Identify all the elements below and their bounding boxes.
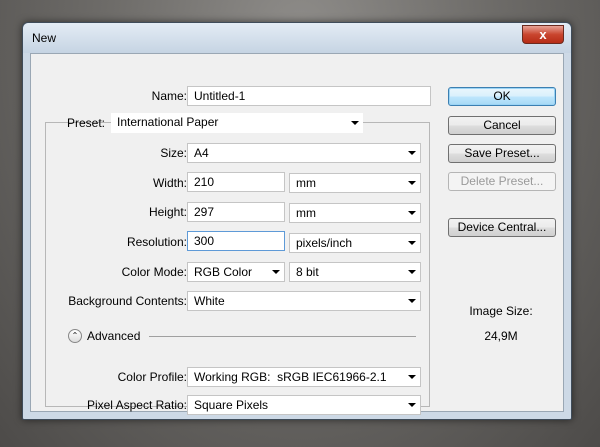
close-icon: x	[539, 27, 547, 42]
chevron-down-icon	[272, 270, 280, 274]
width-unit-value: mm	[296, 176, 316, 190]
pixel-aspect-value: Square Pixels	[194, 398, 269, 412]
chevron-down-icon	[408, 299, 416, 303]
background-select[interactable]: White	[187, 291, 421, 311]
advanced-divider	[149, 336, 416, 337]
chevron-down-icon	[408, 211, 416, 215]
resolution-unit-value: pixels/inch	[296, 236, 353, 250]
chevron-down-icon	[408, 181, 416, 185]
width-field[interactable]: 210	[187, 172, 285, 192]
bit-depth-value: 8 bit	[296, 265, 319, 279]
name-label: Name:	[151, 89, 187, 103]
preset-label: Preset:	[66, 116, 105, 130]
preset-select[interactable]: International Paper	[111, 113, 363, 133]
chevron-down-icon	[408, 151, 416, 155]
color-mode-select[interactable]: RGB Color	[187, 262, 285, 282]
double-chevron-up-icon[interactable]: ⌃	[68, 329, 82, 343]
image-size-label: Image Size:	[469, 304, 533, 318]
resolution-label: Resolution:	[126, 235, 187, 249]
chevron-down-icon	[408, 270, 416, 274]
size-select[interactable]: A4	[187, 143, 421, 163]
height-label: Height:	[148, 205, 187, 219]
width-label: Width:	[152, 176, 187, 190]
title-bar[interactable]: New x	[23, 23, 571, 53]
size-value: A4	[194, 146, 209, 160]
device-central-button[interactable]: Device Central...	[448, 218, 556, 237]
cancel-button[interactable]: Cancel	[448, 116, 556, 135]
dialog-body: Name: Untitled-1 Preset: International P…	[30, 53, 564, 415]
resolution-unit-select[interactable]: pixels/inch	[289, 233, 421, 253]
preset-value: International Paper	[117, 115, 219, 129]
resolution-field[interactable]: 300	[187, 231, 285, 251]
chevron-down-icon	[408, 403, 416, 407]
height-unit-value: mm	[296, 206, 316, 220]
color-profile-value: Working RGB: sRGB IEC61966-2.1	[194, 370, 387, 384]
chevron-down-icon	[408, 241, 416, 245]
color-mode-value: RGB Color	[194, 265, 253, 279]
pixel-aspect-label: Pixel Aspect Ratio:	[86, 398, 187, 412]
pixel-aspect-select[interactable]: Square Pixels	[187, 395, 421, 415]
color-profile-label: Color Profile:	[117, 370, 187, 384]
save-preset-button[interactable]: Save Preset...	[448, 144, 556, 163]
advanced-label: Advanced	[87, 329, 141, 343]
height-unit-select[interactable]: mm	[289, 203, 421, 223]
bit-depth-select[interactable]: 8 bit	[289, 262, 421, 282]
chevron-down-icon	[351, 121, 359, 125]
ok-button[interactable]: OK	[448, 87, 556, 106]
delete-preset-button[interactable]: Delete Preset...	[448, 172, 556, 191]
height-field[interactable]: 297	[187, 202, 285, 222]
background-label: Background Contents:	[68, 294, 187, 308]
color-profile-select[interactable]: Working RGB: sRGB IEC61966-2.1	[187, 367, 421, 387]
new-document-dialog: New x Name: Untitled-1 Preset: Internati…	[22, 22, 572, 420]
window-title: New	[32, 31, 57, 45]
image-size-value: 24,9M	[484, 329, 518, 343]
chevron-down-icon	[408, 375, 416, 379]
name-field[interactable]: Untitled-1	[187, 86, 431, 106]
width-unit-select[interactable]: mm	[289, 173, 421, 193]
background-value: White	[194, 294, 225, 308]
size-label: Size:	[160, 146, 187, 160]
close-button[interactable]: x	[522, 25, 564, 44]
color-mode-label: Color Mode:	[121, 265, 187, 279]
